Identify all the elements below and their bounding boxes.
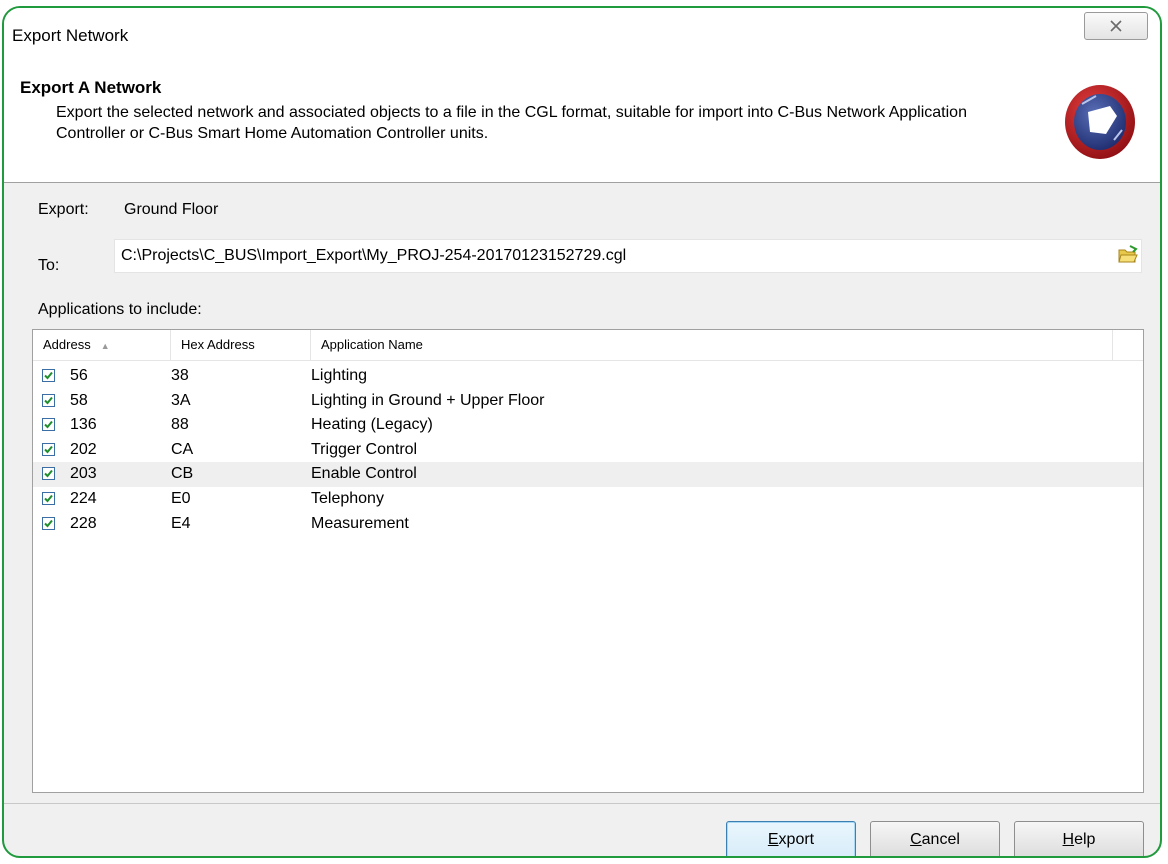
- application-name-cell: Trigger Control: [311, 440, 418, 458]
- dialog-header: Export A Network Export the selected net…: [4, 64, 1160, 183]
- table-row[interactable]: 58 3A Lighting in Ground + Upper Floor: [33, 389, 1143, 414]
- column-address-label: Address: [43, 337, 91, 352]
- file-path-text: C:\Projects\C_BUS\Import_Export\My_PROJ-…: [121, 247, 627, 264]
- close-icon: [1110, 20, 1122, 32]
- application-name-cell: Measurement: [311, 514, 409, 532]
- include-checkbox[interactable]: [42, 491, 55, 505]
- include-checkbox[interactable]: [42, 516, 55, 530]
- hex-address-cell: 38: [171, 367, 189, 384]
- cancel-accel: C: [910, 831, 922, 848]
- cbus-logo-icon: [1065, 85, 1135, 159]
- applications-list[interactable]: Address ▲ Hex Address Application Name 56…: [32, 329, 1144, 793]
- checkmark-icon: [44, 421, 53, 429]
- help-accel: H: [1062, 831, 1075, 848]
- header-title: Export A Network: [20, 78, 162, 97]
- include-checkbox[interactable]: [42, 393, 55, 407]
- close-button[interactable]: [1084, 12, 1148, 40]
- include-checkbox[interactable]: [42, 442, 55, 456]
- hex-address-cell: E0: [171, 489, 191, 507]
- footer-divider: [4, 803, 1160, 804]
- checkmark-icon: [44, 470, 53, 478]
- checkmark-icon: [44, 494, 53, 503]
- include-checkbox[interactable]: [42, 418, 55, 432]
- table-row[interactable]: 56 38 Lighting: [33, 364, 1143, 389]
- column-header-hex-address[interactable]: Hex Address: [171, 330, 311, 360]
- checkmark-icon: [44, 445, 53, 454]
- checkmark-icon: [44, 371, 53, 380]
- table-row[interactable]: 228 E4 Measurement: [33, 512, 1143, 537]
- checkmark-icon: [44, 519, 53, 528]
- hex-address-cell: E4: [171, 514, 191, 532]
- hex-address-cell: CA: [171, 440, 194, 458]
- to-label: To:: [38, 257, 60, 274]
- table-row[interactable]: 224 E0 Telephony: [33, 487, 1143, 512]
- title-bar: Export Network: [4, 8, 1160, 65]
- window-title: Export Network: [12, 26, 129, 45]
- address-cell: 58: [70, 391, 88, 409]
- export-label: Export:: [38, 201, 89, 218]
- export-label-rest: xport: [778, 831, 815, 848]
- address-cell: 56: [70, 367, 88, 384]
- hex-address-cell: 88: [171, 416, 189, 434]
- hex-address-cell: CB: [171, 465, 194, 483]
- address-cell: 228: [70, 514, 97, 532]
- address-cell: 202: [70, 440, 97, 458]
- table-row[interactable]: 202 CA Trigger Control: [33, 438, 1143, 463]
- checkmark-icon: [44, 396, 53, 405]
- address-cell: 203: [70, 465, 97, 483]
- cancel-label-rest: ancel: [921, 831, 960, 848]
- column-header-application-name[interactable]: Application Name: [311, 330, 1113, 360]
- column-header-address[interactable]: Address ▲: [33, 330, 171, 360]
- folder-open-icon[interactable]: [1117, 244, 1139, 266]
- header-description: Export the selected network and associat…: [56, 104, 967, 142]
- application-name-cell: Lighting in Ground + Upper Floor: [311, 391, 545, 409]
- sort-ascending-icon: ▲: [100, 341, 110, 351]
- applications-label: Applications to include:: [38, 301, 202, 318]
- help-button[interactable]: Help: [1014, 821, 1144, 856]
- column-name-label: Application Name: [321, 337, 423, 352]
- include-checkbox[interactable]: [42, 369, 55, 382]
- address-cell: 224: [70, 489, 97, 507]
- application-name-cell: Heating (Legacy): [311, 416, 433, 434]
- application-name-cell: Telephony: [311, 489, 384, 507]
- table-row[interactable]: 203 CB Enable Control: [33, 462, 1143, 487]
- export-network-name: Ground Floor: [124, 201, 219, 218]
- column-hex-label: Hex Address: [181, 337, 255, 352]
- export-accel: E: [767, 831, 779, 848]
- export-button[interactable]: Export: [726, 821, 856, 856]
- file-path-field[interactable]: C:\Projects\C_BUS\Import_Export\My_PROJ-…: [114, 239, 1142, 273]
- cancel-button[interactable]: Cancel: [870, 821, 1000, 856]
- table-row[interactable]: 136 88 Heating (Legacy): [33, 413, 1143, 438]
- dialog-body: Export: Ground Floor To: C:\Projects\C_B…: [4, 183, 1160, 856]
- address-cell: 136: [70, 416, 97, 434]
- application-name-cell: Lighting: [311, 367, 368, 384]
- application-rows: 56 38 Lighting 58 3A Lighting in Ground + Upp…: [33, 364, 1143, 536]
- application-name-cell: Enable Control: [311, 465, 417, 483]
- export-network-dialog: Export Network Export A Network Export t…: [2, 6, 1162, 858]
- include-checkbox[interactable]: [42, 467, 55, 481]
- help-label-rest: elp: [1074, 831, 1096, 848]
- list-header: Address ▲ Hex Address Application Name: [33, 330, 1143, 361]
- hex-address-cell: 3A: [171, 391, 191, 409]
